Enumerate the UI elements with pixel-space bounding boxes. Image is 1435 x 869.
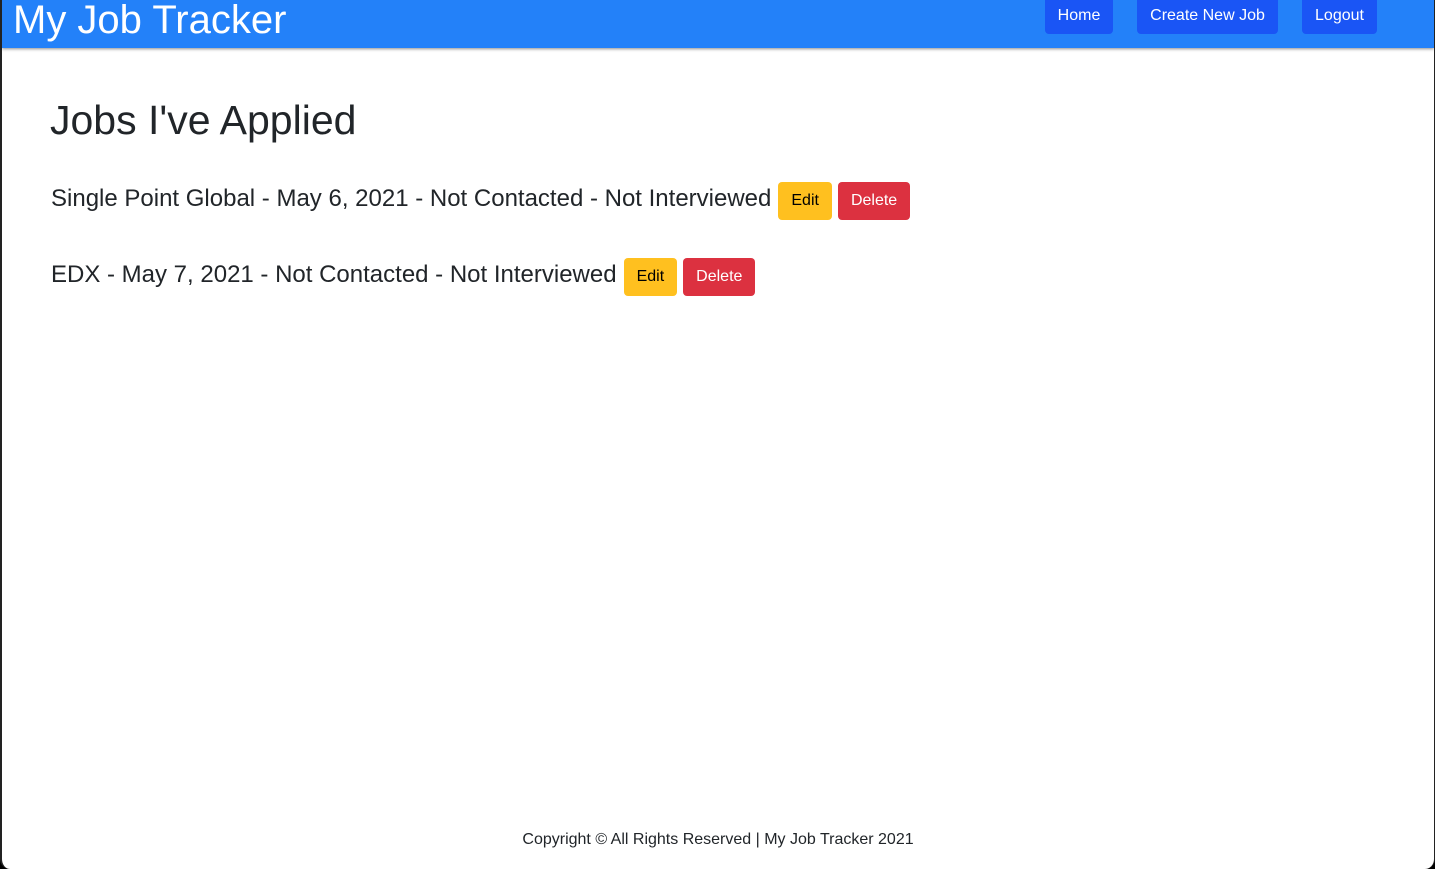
job-item-text: Single Point Global - May 6, 2021 - Not … [51,185,772,212]
job-item-text: EDX - May 7, 2021 - Not Contacted - Not … [51,261,617,288]
delete-button[interactable]: Delete [837,182,911,220]
app-window: My Job Tracker Home Create New Job Logou… [0,0,1435,869]
home-button[interactable]: Home [1045,0,1113,34]
edit-button[interactable]: Edit [778,182,832,220]
job-item: EDX - May 7, 2021 - Not Contacted - Not … [51,258,756,296]
footer-copyright: Copyright © All Rights Reserved | My Job… [522,831,914,848]
job-item: Single Point Global - May 6, 2021 - Not … [51,182,911,220]
navbar: My Job Tracker Home Create New Job Logou… [2,0,1434,48]
brand-title[interactable]: My Job Tracker [13,0,286,43]
create-new-job-button[interactable]: Create New Job [1137,0,1278,34]
edit-button[interactable]: Edit [623,258,678,296]
page-title: Jobs I've Applied [50,97,357,143]
logout-button[interactable]: Logout [1302,0,1377,34]
delete-button[interactable]: Delete [683,258,756,296]
